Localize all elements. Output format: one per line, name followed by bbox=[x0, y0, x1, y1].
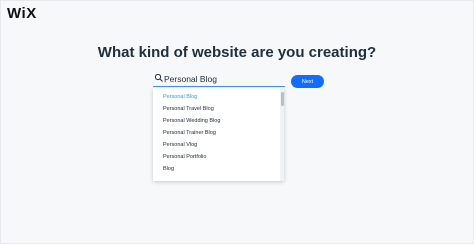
suggestion-item[interactable]: Personal Wedding Blog bbox=[163, 118, 220, 124]
dropdown-scrollbar[interactable] bbox=[280, 88, 284, 181]
suggestion-item[interactable]: Personal Travel Blog bbox=[163, 106, 214, 112]
search-field[interactable] bbox=[153, 72, 285, 87]
wix-logo[interactable]: WiX bbox=[7, 5, 37, 22]
scrollbar-thumb[interactable] bbox=[280, 92, 284, 106]
suggestion-item[interactable]: Personal Blog bbox=[163, 94, 197, 100]
suggestion-item[interactable]: Personal Portfolio bbox=[163, 154, 206, 160]
search-icon bbox=[154, 73, 163, 82]
next-button[interactable]: Next bbox=[291, 75, 324, 88]
suggestion-item[interactable]: Personal Trainer Blog bbox=[163, 130, 216, 136]
page-title: What kind of website are you creating? bbox=[97, 44, 377, 61]
suggestion-item[interactable]: Blog bbox=[163, 166, 174, 172]
suggestions-dropdown: Personal Blog Personal Travel Blog Perso… bbox=[153, 88, 284, 181]
search-input[interactable] bbox=[164, 72, 282, 86]
suggestion-item[interactable]: Personal Vlog bbox=[163, 142, 197, 148]
